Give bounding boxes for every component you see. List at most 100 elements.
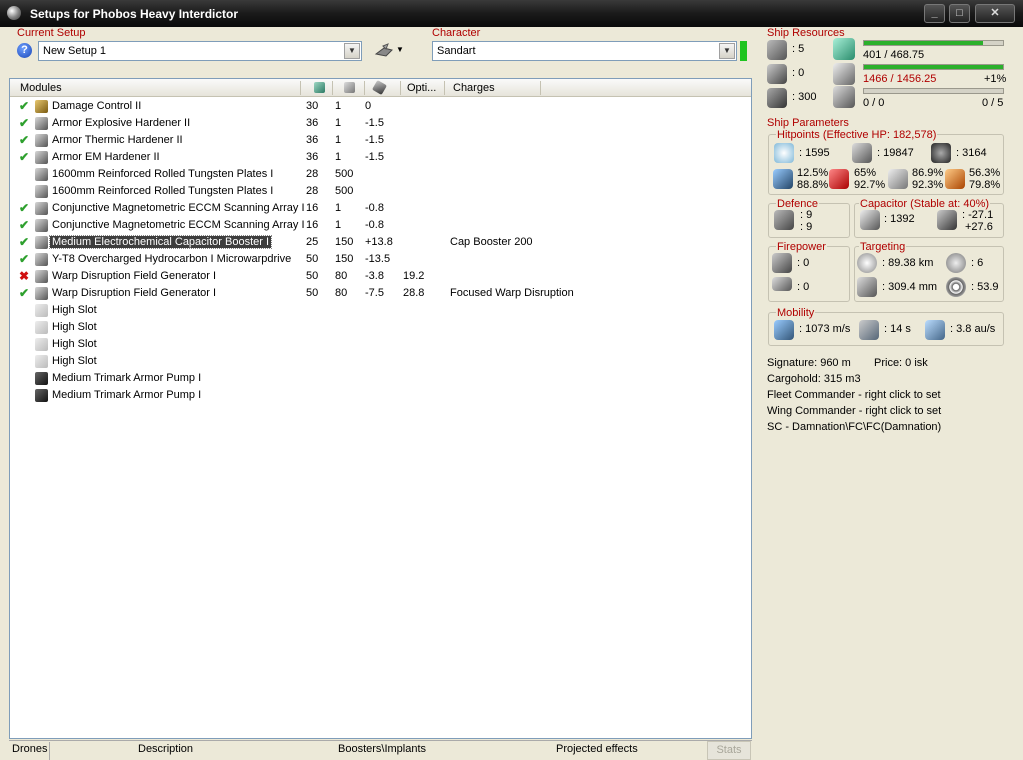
tab-boosters-implants[interactable]: Boosters\Implants	[338, 743, 426, 755]
module-powergrid: 1	[335, 134, 342, 146]
module-name: High Slot	[52, 321, 97, 333]
module-row[interactable]: High Slot	[10, 336, 751, 353]
module-cpu: 16	[306, 219, 319, 231]
col-modules[interactable]: Modules	[20, 82, 62, 96]
module-error-icon: ✖	[19, 269, 30, 283]
drone-bay-value: 0 / 0	[863, 97, 885, 109]
module-row[interactable]: ✔ Medium Electrochemical Capacitor Booste…	[10, 234, 751, 251]
explosive-resist-icon	[945, 169, 965, 189]
armor-hp: : 19847	[877, 147, 914, 159]
drone-count-value: 0 / 5	[982, 97, 1004, 109]
module-row[interactable]: High Slot	[10, 353, 751, 370]
character-label: Character	[432, 27, 481, 39]
module-row[interactable]: Medium Trimark Armor Pump I	[10, 370, 751, 387]
module-row[interactable]: ✔ Conjunctive Magnetometric ECCM Scanning…	[10, 217, 751, 234]
col-charges[interactable]: Charges	[453, 82, 495, 96]
module-cpu: 50	[306, 270, 319, 282]
tab-projected-effects[interactable]: Projected effects	[556, 743, 638, 755]
module-capacitor: +13.8	[365, 236, 393, 248]
module-row[interactable]: 1600mm Reinforced Rolled Tungsten Plates…	[10, 183, 751, 200]
module-icon	[35, 100, 48, 113]
module-cpu: 36	[306, 151, 319, 163]
module-ok-icon: ✔	[19, 133, 30, 147]
targeting-label: Targeting	[859, 241, 907, 253]
module-icon	[35, 117, 48, 130]
module-name: Conjunctive Magnetometric ECCM Scanning …	[52, 202, 305, 214]
module-capacitor: -0.8	[365, 219, 384, 231]
module-icon	[35, 287, 48, 300]
module-name: Damage Control II	[52, 100, 142, 112]
targeting-range: : 89.38 km	[882, 257, 934, 269]
explosive-resist-2: 79.8%	[969, 179, 1001, 191]
defence-value-2: : 9	[800, 221, 813, 233]
defence-label: Defence	[776, 198, 819, 210]
chevron-down-icon[interactable]: ▼	[344, 43, 360, 59]
modules-list[interactable]: Modules Opti... Charges ✔ Damage Control …	[9, 78, 752, 739]
module-row[interactable]: ✖ Warp Disruption Field Generator I 50 80 -3…	[10, 268, 751, 285]
defence-value-1: : 9	[800, 209, 813, 221]
col-optimal[interactable]: Opti...	[407, 82, 436, 96]
module-icon	[35, 134, 48, 147]
current-setup-label: Current Setup	[17, 27, 86, 39]
module-row[interactable]: ✔ Conjunctive Magnetometric ECCM Scanning…	[10, 200, 751, 217]
fleet-commander[interactable]: Fleet Commander - right click to set	[767, 389, 941, 401]
character-status-indicator	[740, 41, 747, 61]
module-icon	[35, 270, 48, 283]
powergrid-percent: +1%	[984, 73, 1007, 85]
capacitor-column-icon[interactable]	[371, 79, 388, 96]
module-row[interactable]: Medium Trimark Armor Pump I	[10, 387, 751, 404]
app-icon	[7, 6, 21, 20]
module-powergrid: 1	[335, 151, 342, 163]
max-targets-icon	[946, 253, 966, 273]
module-icon	[35, 185, 48, 198]
defence-icon	[774, 210, 794, 230]
maximize-button[interactable]: □	[949, 4, 970, 23]
module-row[interactable]: ✔ Damage Control II 30 1 0	[10, 98, 751, 115]
module-powergrid: 500	[335, 168, 354, 180]
minimize-button[interactable]: _	[924, 4, 945, 23]
module-ok-icon: ✔	[19, 235, 30, 249]
module-row[interactable]: High Slot	[10, 302, 751, 319]
character-select[interactable]: Sandart ▼	[432, 41, 737, 61]
module-ok-icon: ✔	[19, 150, 30, 164]
powergrid-column-icon[interactable]	[344, 82, 355, 93]
ship-tools-icon	[374, 43, 393, 57]
armor-icon	[852, 143, 872, 163]
wing-commander[interactable]: Wing Commander - right click to set	[767, 405, 941, 417]
drone-bay-icon	[833, 86, 855, 108]
help-icon[interactable]: ?	[17, 43, 32, 58]
module-row[interactable]: High Slot	[10, 319, 751, 336]
powergrid-bar	[863, 64, 1004, 70]
warp-speed-icon	[925, 320, 945, 340]
cpu-column-icon[interactable]	[314, 82, 325, 93]
module-name: Armor Explosive Hardener II	[52, 117, 191, 129]
capacitor-amount: : 1392	[884, 213, 915, 225]
module-row[interactable]: ✔ Armor EM Hardener II 36 1 -1.5	[10, 149, 751, 166]
chevron-down-icon[interactable]: ▼	[719, 43, 735, 59]
cpu-value: 401 / 468.75	[863, 49, 925, 61]
module-capacitor: -13.5	[365, 253, 391, 265]
setup-select[interactable]: New Setup 1 ▼	[38, 41, 362, 61]
module-cpu: 50	[306, 253, 319, 265]
module-row[interactable]: ✔ Warp Disruption Field Generator I 50 80 -7…	[10, 285, 751, 302]
drone-bar	[863, 88, 1004, 94]
module-row[interactable]: ✔ Armor Explosive Hardener II 36 1 -1.5	[10, 115, 751, 132]
module-powergrid: 150	[335, 253, 354, 265]
structure-icon	[931, 143, 951, 163]
module-cpu: 16	[306, 202, 319, 214]
module-row[interactable]: 1600mm Reinforced Rolled Tungsten Plates…	[10, 166, 751, 183]
launcher-hardpoint-icon	[767, 64, 787, 84]
module-cpu: 25	[306, 236, 319, 248]
module-row[interactable]: ✔ Armor Thermic Hardener II 36 1 -1.5	[10, 132, 751, 149]
module-icon	[35, 355, 48, 368]
module-name: 1600mm Reinforced Rolled Tungsten Plates…	[52, 185, 274, 197]
module-powergrid: 150	[335, 236, 354, 248]
align-time: : 14 s	[884, 323, 911, 335]
setup-tools-button[interactable]: ▼	[370, 41, 410, 61]
setup-select-value: New Setup 1	[43, 45, 106, 57]
close-button[interactable]: ✕	[975, 4, 1015, 23]
tab-description[interactable]: Description	[138, 743, 193, 755]
module-row[interactable]: ✔ Y-T8 Overcharged Hydrocarbon I Microwar…	[10, 251, 751, 268]
stats-button[interactable]: Stats	[707, 741, 751, 760]
tab-drones[interactable]: Drones	[12, 743, 47, 755]
